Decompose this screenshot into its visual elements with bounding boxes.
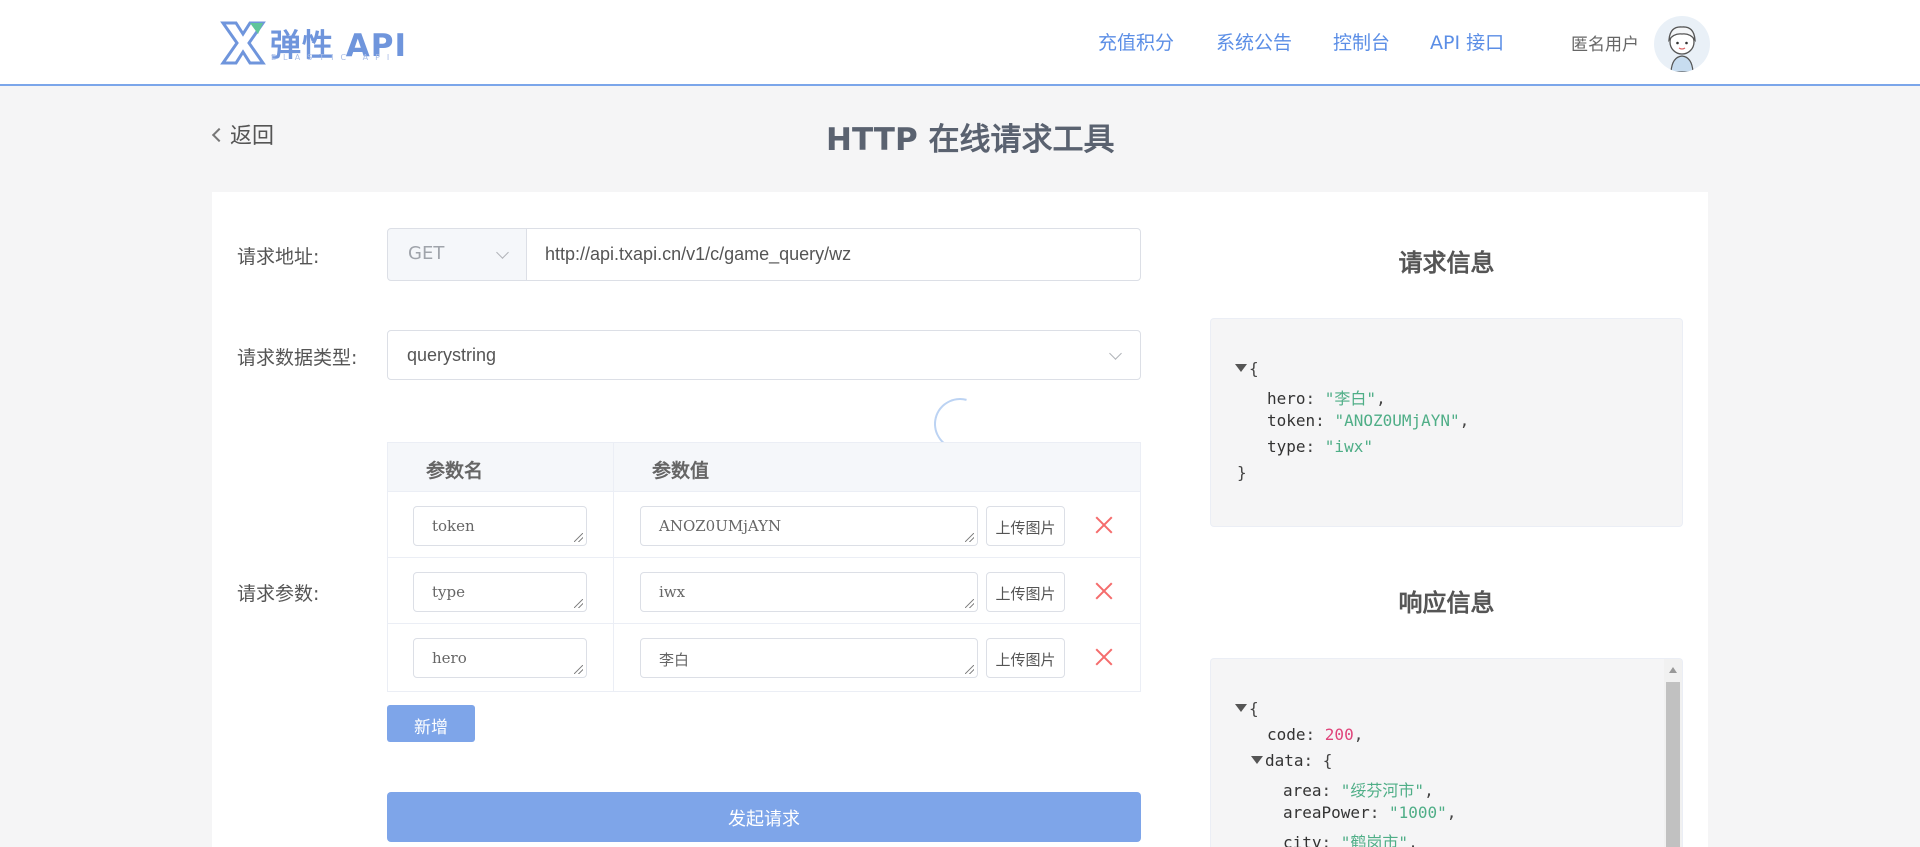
back-link[interactable]: 返回 xyxy=(211,118,275,150)
json-key: hero xyxy=(1267,389,1306,408)
logo-subtitle: ELASTIC API xyxy=(271,53,397,62)
upload-image-button[interactable]: 上传图片 xyxy=(986,638,1065,678)
json-value: "绥芬河市" xyxy=(1340,781,1425,800)
param-value-text: ANOZ0UMjAYN xyxy=(659,517,782,535)
json-value: "ANOZ0UMjAYN" xyxy=(1334,411,1460,430)
resize-grip-icon[interactable] xyxy=(965,533,974,542)
nav-recharge[interactable]: 充值积分 xyxy=(1098,28,1174,55)
collapse-triangle-icon[interactable] xyxy=(1251,756,1263,764)
nav-api[interactable]: API 接口 xyxy=(1430,28,1504,55)
param-value-input[interactable]: ANOZ0UMjAYN xyxy=(640,506,978,546)
json-value: "1000" xyxy=(1388,803,1447,822)
logo[interactable]: 弹性 API ELASTIC API xyxy=(220,20,406,68)
param-name-input[interactable]: hero xyxy=(413,638,587,678)
param-value-text: iwx xyxy=(659,583,686,601)
collapse-triangle-icon[interactable] xyxy=(1235,704,1247,712)
params-table-header: 参数名 参数值 xyxy=(388,443,1140,492)
logo-mark-icon xyxy=(220,21,266,65)
json-key: type xyxy=(1267,437,1306,456)
json-brace: } xyxy=(1237,463,1247,482)
resize-grip-icon[interactable] xyxy=(574,665,583,674)
resize-grip-icon[interactable] xyxy=(965,599,974,608)
delete-icon[interactable] xyxy=(1091,578,1117,604)
method-select[interactable]: GET xyxy=(387,228,527,281)
delete-icon[interactable] xyxy=(1091,512,1117,538)
url-input[interactable] xyxy=(526,228,1141,281)
table-row: token ANOZ0UMjAYN 上传图片 xyxy=(388,492,1140,558)
delete-icon[interactable] xyxy=(1091,644,1117,670)
json-value: "李白" xyxy=(1324,389,1377,408)
table-row: type iwx 上传图片 xyxy=(388,558,1140,624)
request-info-box: { hero: "李白", token: "ANOZ0UMjAYN", type… xyxy=(1210,318,1683,527)
json-brace: { xyxy=(1249,699,1259,718)
response-info-box: { code: 200, data: { area: "绥芬河市", areaP… xyxy=(1210,658,1683,847)
params-label: 请求参数: xyxy=(237,583,320,605)
param-value-input[interactable]: iwx xyxy=(640,572,978,612)
json-comma: , xyxy=(1408,833,1418,847)
send-request-button[interactable]: 发起请求 xyxy=(387,792,1141,842)
data-type-label: 请求数据类型: xyxy=(237,347,358,369)
chevron-down-icon xyxy=(1109,347,1122,360)
params-table: 参数名 参数值 token ANOZ0UMjAYN 上传图片 type iwx … xyxy=(387,442,1141,692)
nav-console[interactable]: 控制台 xyxy=(1333,28,1390,55)
json-value: "iwx" xyxy=(1324,437,1373,456)
resize-grip-icon[interactable] xyxy=(574,599,583,608)
json-comma: , xyxy=(1376,389,1386,408)
json-comma: , xyxy=(1353,725,1364,744)
scrollbar[interactable] xyxy=(1664,659,1682,847)
page-title: HTTP 在线请求工具 xyxy=(826,122,1115,158)
data-type-select[interactable]: querystring xyxy=(387,330,1141,380)
upload-image-button[interactable]: 上传图片 xyxy=(986,506,1065,546)
data-type-value: querystring xyxy=(407,345,497,365)
json-key: data xyxy=(1265,751,1304,770)
json-value: "鹤岗市" xyxy=(1340,833,1409,847)
table-row: hero 李白 上传图片 xyxy=(388,624,1140,690)
param-name-input[interactable]: type xyxy=(413,572,587,612)
avatar[interactable] xyxy=(1654,16,1710,72)
param-name-text: type xyxy=(432,583,465,601)
request-info-title: 请求信息 xyxy=(1398,249,1495,277)
method-value: GET xyxy=(408,243,445,264)
json-comma: , xyxy=(1446,803,1457,822)
scroll-up-arrow-icon[interactable] xyxy=(1669,667,1677,673)
chevron-down-icon xyxy=(496,246,509,259)
param-name-text: token xyxy=(432,517,475,535)
json-comma: , xyxy=(1459,411,1470,430)
top-header: 弹性 API ELASTIC API 充值积分 系统公告 控制台 API 接口 … xyxy=(0,0,1920,86)
resize-grip-icon[interactable] xyxy=(574,533,583,542)
param-name-text: hero xyxy=(432,649,467,667)
response-info-title: 响应信息 xyxy=(1398,589,1495,617)
param-value-input[interactable]: 李白 xyxy=(640,638,978,678)
json-key: token xyxy=(1267,411,1316,430)
resize-grip-icon[interactable] xyxy=(965,665,974,674)
json-value: 200 xyxy=(1324,725,1354,744)
back-label: 返回 xyxy=(230,124,275,149)
user-avatar-icon xyxy=(1668,26,1696,72)
column-header-value: 参数值 xyxy=(652,460,710,482)
add-param-button[interactable]: 新增 xyxy=(387,705,475,742)
chevron-left-icon xyxy=(211,127,227,143)
param-value-text: 李白 xyxy=(659,651,690,669)
scrollbar-thumb[interactable] xyxy=(1666,682,1680,847)
json-brace: { xyxy=(1322,751,1333,770)
user-name[interactable]: 匿名用户 xyxy=(1571,30,1639,55)
collapse-triangle-icon[interactable] xyxy=(1235,364,1247,372)
json-key: areaPower xyxy=(1283,803,1370,822)
column-header-name: 参数名 xyxy=(426,460,484,482)
nav-announcements[interactable]: 系统公告 xyxy=(1216,28,1292,55)
url-label: 请求地址: xyxy=(237,246,320,268)
json-comma: , xyxy=(1424,781,1434,800)
json-key: city xyxy=(1283,833,1322,847)
param-name-input[interactable]: token xyxy=(413,506,587,546)
json-brace: { xyxy=(1249,359,1259,378)
json-key: code xyxy=(1267,725,1306,744)
upload-image-button[interactable]: 上传图片 xyxy=(986,572,1065,612)
json-key: area xyxy=(1283,781,1322,800)
